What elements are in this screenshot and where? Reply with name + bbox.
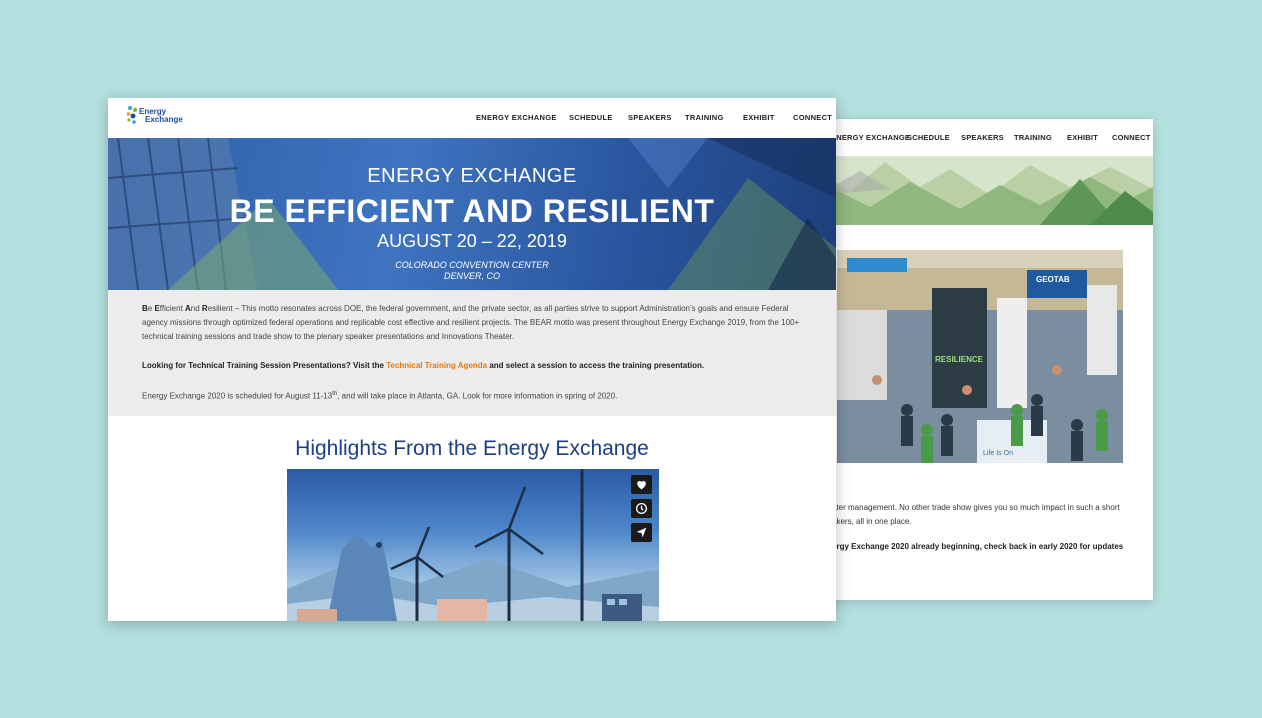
hero-event-name: ENERGY EXCHANGE: [367, 165, 577, 187]
back-nav-speakers[interactable]: SPEAKERS: [961, 133, 1004, 142]
back-browser-window: ENERGY EXCHANGE SCHEDULE SPEAKERS TRAINI…: [790, 119, 1153, 600]
back-nav-exhibit[interactable]: EXHIBIT: [1067, 133, 1098, 142]
share-button[interactable]: [631, 523, 652, 542]
svg-text:GEOTAB: GEOTAB: [1036, 275, 1070, 284]
nav-exhibit[interactable]: EXHIBIT: [743, 113, 775, 122]
nav-connect[interactable]: CONNECT: [793, 113, 832, 122]
trade-show-photo: GEOTAB RESILIENCE Life Is On: [837, 250, 1123, 463]
intro-section: Be Efficient And Resilient – This motto …: [108, 290, 836, 416]
hero-dates: AUGUST 20 – 22, 2019: [377, 231, 567, 251]
highlights-video-player[interactable]: [287, 469, 659, 621]
back-nav-energy-exchange[interactable]: ENERGY EXCHANGE: [831, 133, 910, 142]
intro-paragraph-bear: Be Efficient And Resilient – This motto …: [142, 304, 800, 341]
heart-icon: [637, 480, 646, 490]
highlights-heading: Highlights From the Energy Exchange: [295, 437, 649, 460]
intro-paragraph-2020: Energy Exchange 2020 is scheduled for Au…: [142, 391, 618, 401]
send-icon: [636, 527, 647, 538]
svg-text:RESILIENCE: RESILIENCE: [935, 355, 984, 364]
main-nav-bar: Energy Exchange ENERGY EXCHANGE SCHEDULE…: [108, 98, 836, 138]
back-text-line2: akers, all in one place.: [832, 517, 912, 526]
back-text-line1: ater management. No other trade show giv…: [832, 503, 1120, 512]
clock-icon: [635, 502, 648, 515]
nav-energy-exchange[interactable]: ENERGY EXCHANGE: [476, 113, 557, 122]
nav-training[interactable]: TRAINING: [685, 113, 724, 122]
watch-later-button[interactable]: [631, 499, 652, 518]
intro-paragraph-training: Looking for Technical Training Session P…: [142, 361, 705, 370]
hero-banner: ENERGY EXCHANGE BE EFFICIENT AND RESILIE…: [108, 138, 836, 290]
hero-city: DENVER, CO: [443, 271, 500, 281]
back-nav-training[interactable]: TRAINING: [1014, 133, 1052, 142]
wind-turbine-illustration: [287, 469, 659, 621]
like-button[interactable]: [631, 475, 652, 494]
energy-exchange-logo[interactable]: Energy Exchange: [126, 105, 186, 131]
logo-wordmark: Energy Exchange: [139, 107, 183, 124]
back-nav-bar: ENERGY EXCHANGE SCHEDULE SPEAKERS TRAINI…: [790, 119, 1153, 157]
technical-training-agenda-link[interactable]: Technical Training Agenda: [386, 361, 487, 370]
nav-schedule[interactable]: SCHEDULE: [569, 113, 613, 122]
back-nav-schedule[interactable]: SCHEDULE: [907, 133, 950, 142]
trade-show-floor-image: GEOTAB RESILIENCE Life Is On: [837, 250, 1123, 463]
hero-venue: COLORADO CONVENTION CENTER: [395, 260, 549, 270]
svg-text:Life Is On: Life Is On: [983, 450, 1013, 457]
back-nav-connect[interactable]: CONNECT: [1112, 133, 1150, 142]
front-browser-window: Energy Exchange ENERGY EXCHANGE SCHEDULE…: [108, 98, 836, 621]
nav-speakers[interactable]: SPEAKERS: [628, 113, 672, 122]
back-text-bold: ergy Exchange 2020 already beginning, ch…: [832, 542, 1124, 551]
mountain-illustration: [790, 157, 1153, 225]
mountain-banner: [790, 157, 1153, 225]
hero-motto: BE EFFICIENT AND RESILIENT: [229, 193, 715, 229]
